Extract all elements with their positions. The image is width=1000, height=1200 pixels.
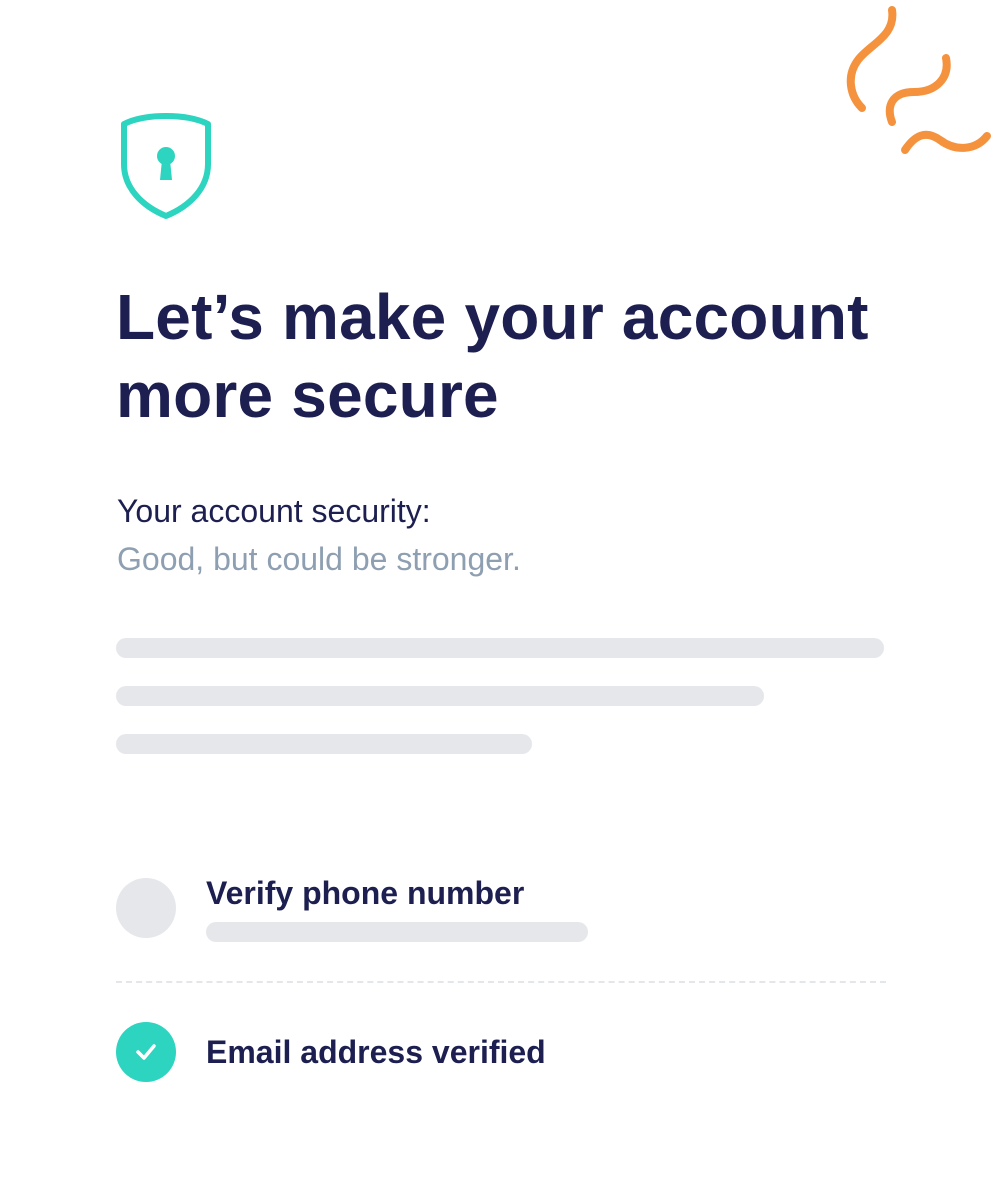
- task-divider: [116, 981, 886, 983]
- content-placeholder-line: [116, 734, 532, 754]
- content-placeholder-line: [116, 686, 764, 706]
- email-verified-badge: [116, 1022, 176, 1082]
- security-label: Your account security:: [117, 493, 431, 529]
- content-placeholder-line: [116, 638, 884, 658]
- squiggle-decoration: [846, 6, 991, 154]
- page-title-line-1: Let’s make your account: [116, 281, 869, 353]
- checkmark-icon: [136, 1044, 156, 1060]
- security-status: Good, but could be stronger.: [117, 541, 521, 577]
- verify-phone-placeholder-line: [206, 922, 588, 942]
- verify-phone-label[interactable]: Verify phone number: [206, 874, 524, 912]
- page-title-line-2: more secure: [116, 359, 499, 431]
- verify-phone-checkbox[interactable]: [116, 878, 176, 938]
- shield-keyhole-icon: [121, 113, 211, 219]
- email-verified-label: Email address verified: [206, 1034, 546, 1070]
- page-title: Let’s make your account more secure: [116, 278, 916, 434]
